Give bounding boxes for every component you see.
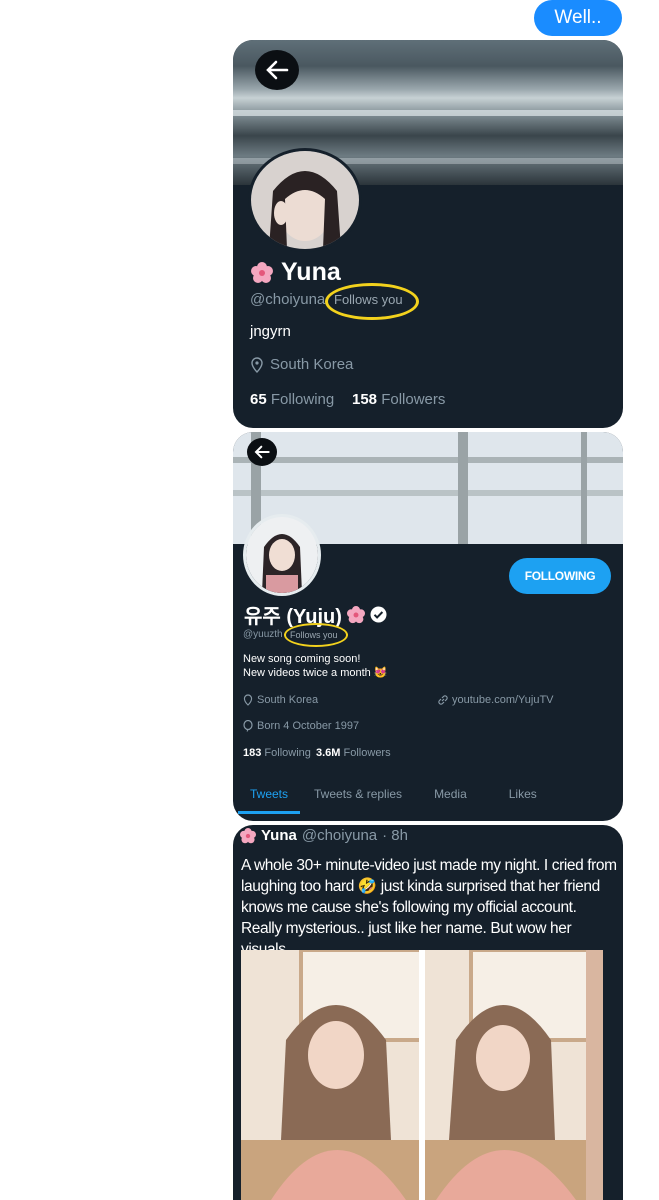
following-stat[interactable]: 183 Following (243, 747, 311, 759)
back-arrow-icon[interactable] (247, 438, 277, 466)
location-pin-icon (251, 356, 263, 373)
bio-line-1: New song coming soon! (243, 653, 361, 665)
following-label: Following (264, 747, 311, 759)
profile-card-yuju: FOLLOWING 유주 (Yuju) @yuuzth Follows you … (233, 432, 623, 821)
highlight-circle (325, 283, 419, 320)
tab-media[interactable]: Media (422, 777, 479, 821)
profile-handle: @yuuzth (243, 629, 283, 640)
cat-emoji: 😻 (373, 667, 388, 679)
back-arrow-icon[interactable] (255, 50, 299, 90)
cherry-blossom-icon (346, 605, 365, 623)
avatar[interactable] (248, 148, 362, 252)
profile-location: South Korea (250, 356, 353, 373)
tab-tweets[interactable]: Tweets (238, 777, 301, 814)
message-text: Well.. (554, 7, 602, 28)
followers-stat[interactable]: 158 Followers (352, 391, 445, 408)
balloon-icon (243, 720, 253, 732)
tweet-text: A whole 30+ minute-video just made my ni… (241, 857, 617, 958)
tweet-header: Yuna @choiyuna · 8h (240, 827, 408, 844)
following-count: 183 (243, 747, 262, 759)
profile-card-yuna: Yuna @choiyuna Follows you jngyrn South … (233, 40, 623, 428)
link-icon (438, 695, 448, 705)
outgoing-message-bubble: Well.. (534, 0, 622, 36)
bio-line-2: New videos twice a month (243, 667, 371, 679)
followers-count: 3.6M (316, 747, 341, 759)
verified-badge-icon (370, 606, 387, 623)
profile-tabs: Tweets Tweets & replies Media Likes (233, 777, 623, 821)
birthday-text: Born 4 October 1997 (257, 720, 360, 732)
profile-handle: @choiyuna (250, 291, 326, 308)
followers-label: Followers (343, 747, 391, 759)
tweet-time: · 8h (382, 827, 408, 844)
location-text: South Korea (270, 356, 354, 373)
profile-website[interactable]: youtube.com/YujuTV (437, 694, 554, 706)
tweet-author-name: Yuna (261, 827, 297, 844)
following-count: 65 (250, 391, 267, 408)
tab-tweets-replies[interactable]: Tweets & replies (302, 777, 414, 821)
profile-name: Yuna (251, 258, 341, 287)
profile-bio: New song coming soon! New videos twice a… (243, 652, 388, 680)
profile-birthday: Born 4 October 1997 (243, 720, 359, 732)
profile-bio: jngyrn (250, 323, 291, 340)
location-text: South Korea (257, 694, 319, 706)
website-link[interactable]: youtube.com/YujuTV (452, 694, 554, 706)
following-stat[interactable]: 65 Following (250, 391, 334, 408)
following-button[interactable]: FOLLOWING (509, 558, 611, 594)
tab-likes[interactable]: Likes (497, 777, 549, 821)
cherry-blossom-icon (240, 827, 256, 843)
profile-name-text: Yuna (281, 258, 341, 286)
highlight-circle (284, 623, 348, 647)
tweet-author-handle: @choiyuna (301, 827, 378, 844)
tweet-photo[interactable] (241, 950, 603, 1200)
tweet-card[interactable]: Yuna @choiyuna · 8h A whole 30+ minute-v… (233, 825, 623, 1200)
profile-location: South Korea (243, 694, 318, 706)
followers-count: 158 (352, 391, 378, 408)
followers-label: Followers (381, 391, 446, 408)
cherry-blossom-icon (251, 261, 273, 283)
following-label: Following (270, 391, 335, 408)
location-pin-icon (243, 694, 253, 706)
followers-stat[interactable]: 3.6M Followers (316, 747, 391, 759)
avatar[interactable] (243, 514, 321, 596)
